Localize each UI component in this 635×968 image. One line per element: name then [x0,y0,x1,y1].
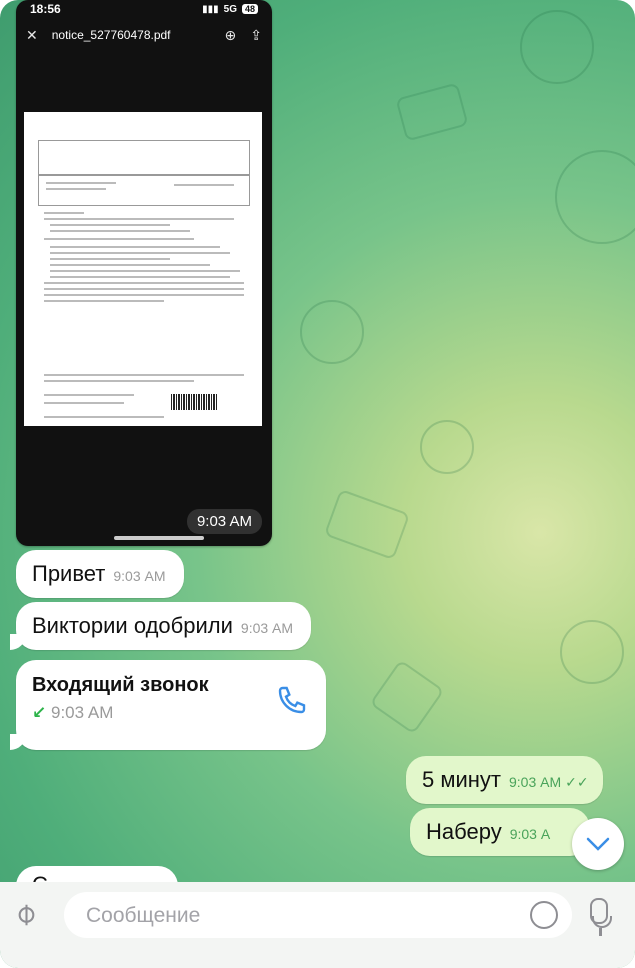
chat-screen: 18:56 ▮▮▮ 5G 48 ✕ notice_527760478.pdf ⊕… [0,0,635,968]
incoming-call-message[interactable]: Входящий звонок ↙ 9:03 AM [10,660,326,750]
image-timestamp: 9:03 AM [186,509,262,534]
battery-icon: 48 [241,4,258,14]
pdf-viewer-toolbar: ✕ notice_527760478.pdf ⊕ ⇪ [16,18,272,52]
background-doodle [323,488,411,561]
message-time: 9:03 AM [240,620,294,636]
message-time: 9:03 A [509,826,551,842]
microphone-stand-icon [592,916,612,928]
background-doodle [300,300,364,364]
read-checkmarks-icon: ✓✓ [565,774,589,790]
share-icon: ⇪ [250,26,262,43]
background-doodle [369,659,445,735]
outgoing-message[interactable]: 5 минут 9:03 AM ✓✓ [406,756,603,804]
background-doodle [560,620,624,684]
status-time: 18:56 [30,2,61,16]
message-text: Виктории одобрили [32,613,233,638]
message-text: 5 минут [422,767,501,792]
background-doodle [420,420,474,474]
background-doodle [395,82,469,142]
barcode [171,394,217,410]
home-indicator [114,536,204,540]
chevron-down-icon [586,837,610,851]
save-icon: ⊕ [224,26,237,43]
embedded-status-bar: 18:56 ▮▮▮ 5G 48 [16,0,272,18]
message-input-bar: ⌀ [0,882,635,968]
message-text: Привет [32,561,106,586]
message-time: 9:03 AM [113,568,166,584]
phone-icon[interactable] [276,684,308,722]
pdf-file-name: notice_527760478.pdf [51,28,171,42]
incoming-arrow-icon: ↙ [32,703,47,722]
scroll-down-button[interactable] [572,818,624,870]
background-doodle [555,150,635,244]
attach-icon[interactable]: ⌀ [6,895,44,933]
call-title: Входящий звонок [32,674,209,696]
message-field[interactable] [64,892,572,940]
background-doodle [520,10,594,84]
message-time: 9:03 AM [509,774,562,790]
image-message[interactable]: 18:56 ▮▮▮ 5G 48 ✕ notice_527760478.pdf ⊕… [16,0,272,546]
outgoing-message[interactable]: Наберу 9:03 A [410,808,591,856]
incoming-message[interactable]: Привет 9:03 AM [16,550,184,598]
message-input[interactable] [84,892,508,940]
sticker-icon[interactable] [530,901,558,929]
network-label: 5G [223,3,237,15]
signal-icon: ▮▮▮ [202,3,219,15]
close-icon: ✕ [26,26,38,43]
microphone-base-icon [599,928,602,936]
call-time: 9:03 AM [50,703,114,722]
call-info: ↙ 9:03 AM [32,703,310,723]
message-text: Наберу [426,819,502,844]
pdf-page-preview [24,112,262,426]
incoming-message[interactable]: Виктории одобрили 9:03 AM [9,602,312,650]
